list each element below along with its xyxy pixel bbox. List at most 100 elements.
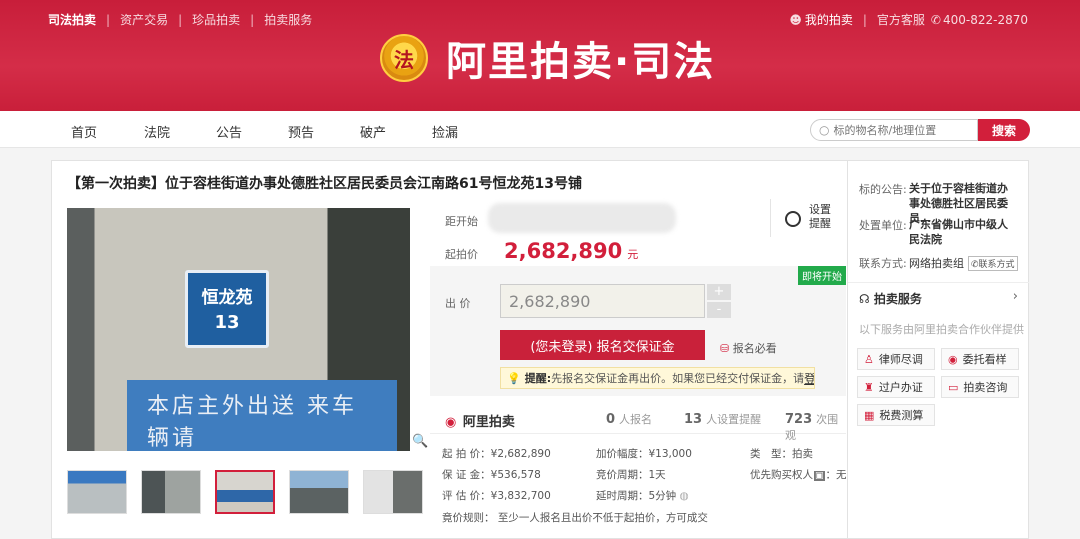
- top-nav: 司法拍卖 | 资产交易 | 珍品拍卖 | 拍卖服务: [48, 11, 312, 28]
- service-transfer-label: 过户办证: [878, 381, 923, 394]
- top-right: ☻ 我的拍卖 | 官方客服 ✆ 400-822-2870: [789, 11, 1028, 28]
- must-read-link[interactable]: ⛁ 报名必看: [720, 340, 777, 356]
- must-read-label: 报名必看: [732, 342, 777, 355]
- service-tax[interactable]: ▦ 税费测算: [857, 404, 935, 426]
- top-nav-judicial[interactable]: 司法拍卖: [48, 11, 96, 28]
- login-link[interactable]: 登录: [804, 370, 814, 387]
- nav-item-bankruptcy[interactable]: 破产: [360, 122, 386, 141]
- phone-icon: ✆: [930, 12, 941, 27]
- signup-value: 0: [606, 412, 616, 427]
- contact-label: 联系方式:: [859, 257, 907, 270]
- detail-priority-value: ：无: [825, 469, 847, 481]
- view-count: 723 次围观: [785, 411, 846, 443]
- chevron-right-icon[interactable]: ›: [1013, 289, 1018, 304]
- service-consult[interactable]: ▭ 拍卖咨询: [941, 376, 1019, 398]
- thumbnail-active[interactable]: [215, 470, 275, 514]
- top-nav-treasures[interactable]: 珍品拍卖: [192, 11, 240, 28]
- service-viewing[interactable]: ◉ 委托看样: [941, 348, 1019, 370]
- thumbnail[interactable]: [67, 470, 127, 514]
- divider: [848, 282, 1029, 283]
- thumbnail[interactable]: [363, 470, 423, 514]
- main-photo[interactable]: 恒龙苑 13 本店主外出送 来车辆请: [67, 208, 410, 451]
- detail-type-label: 类 型：: [750, 448, 792, 460]
- service-viewing-label: 委托看样: [962, 353, 1007, 366]
- service-consult-label: 拍卖咨询: [963, 381, 1008, 394]
- reminder-count-label: 人设置提醒: [706, 413, 762, 426]
- service-tax-label: 税费测算: [879, 409, 924, 422]
- currency: 元: [627, 248, 639, 261]
- user-icon: ☻: [789, 12, 802, 27]
- services-desc: 以下服务由阿里拍卖合作伙伴提供: [859, 323, 1024, 336]
- my-auction-link[interactable]: 我的拍卖: [805, 11, 853, 28]
- nav-item-home[interactable]: 首页: [71, 122, 97, 141]
- shop-sign: 恒龙苑 13: [185, 270, 269, 348]
- apply-deposit-button[interactable]: (您未登录) 报名交保证金: [500, 330, 705, 360]
- nav-item-bargains[interactable]: 捡漏: [432, 122, 458, 141]
- location-icon: ◉: [948, 352, 958, 366]
- signup-count: 0 人报名: [606, 411, 652, 427]
- lawyer-icon: ♙: [864, 352, 874, 366]
- transfer-icon: ♜: [864, 380, 874, 394]
- reminder-line1: 设置: [809, 203, 831, 216]
- site-logo[interactable]: 法 阿里拍卖·司法: [380, 29, 715, 87]
- nav-item-preview[interactable]: 预告: [288, 122, 314, 141]
- search-box: ○: [810, 119, 978, 141]
- tip-text: 先报名交保证金再出价。如果您已经交付保证金，请: [551, 372, 805, 385]
- sign-number: 13: [214, 312, 240, 333]
- auction-title: 【第一次拍卖】位于容桂街道办事处德胜社区居民委员会江南路61号恒龙苑13号铺: [67, 176, 582, 192]
- set-reminder-button[interactable]: 设置 提醒: [770, 199, 842, 237]
- top-nav-assets[interactable]: 资产交易: [120, 11, 168, 28]
- zoom-icon[interactable]: 🔍: [412, 434, 428, 449]
- phone-icon: ✆: [971, 259, 979, 270]
- unit-row: 处置单位: 广东省佛山市中级人民法院: [859, 217, 1017, 247]
- detail-start-price: 起 拍 价：¥2,682,890: [442, 448, 551, 460]
- nav-item-notices[interactable]: 公告: [216, 122, 242, 141]
- detail-type-value: 拍卖: [792, 448, 813, 460]
- signup-label: 人报名: [619, 413, 653, 426]
- services-title: ☊ 拍卖服务: [859, 290, 922, 307]
- logo-text: 阿里拍卖·司法: [446, 39, 716, 85]
- detail-type: 类 型：拍卖: [750, 446, 813, 461]
- side-panel: 标的公告: 关于位于容桂街道办事处德胜社区居民委员… 处置单位: 广东省佛山市中…: [848, 160, 1029, 539]
- thumbnail[interactable]: [289, 470, 349, 514]
- nav-item-courts[interactable]: 法院: [144, 122, 170, 141]
- contact-row: 联系方式: 网络拍卖组 ✆联系方式: [859, 255, 1018, 271]
- divider: |: [178, 12, 183, 27]
- clock-icon: [785, 211, 801, 227]
- wall-notice: 本店主外出送 来车辆请: [127, 380, 397, 451]
- court-emblem-icon: 法: [380, 34, 428, 82]
- search-button[interactable]: 搜索: [978, 119, 1030, 141]
- countdown-blurred: [488, 203, 676, 233]
- top-nav-services[interactable]: 拍卖服务: [264, 11, 312, 28]
- deposit-tip: 💡 提醒: 先报名交保证金再出价。如果您已经交付保证金，请 登录: [500, 367, 815, 389]
- detail-priority-label: 优先购买权人: [750, 469, 813, 481]
- contact-tag[interactable]: ✆联系方式: [968, 255, 1018, 271]
- increase-button[interactable]: +: [707, 284, 731, 300]
- service-transfer[interactable]: ♜ 过户办证: [857, 376, 935, 398]
- detail-deposit: 保 证 金：¥536,578: [442, 469, 541, 481]
- search-input[interactable]: [833, 123, 974, 137]
- services-title-label: 拍卖服务: [873, 292, 922, 306]
- unit-value[interactable]: 广东省佛山市中级人民法院: [909, 217, 1017, 247]
- tip-prefix: 提醒:: [524, 372, 552, 385]
- start-price: 2,682,890: [504, 239, 623, 263]
- thumbnail[interactable]: [141, 470, 201, 514]
- ali-auction-logo-icon: ◉: [445, 415, 457, 430]
- bid-input[interactable]: 2,682,890: [500, 284, 705, 318]
- service-lawyer[interactable]: ♙ 律师尽调: [857, 348, 935, 370]
- chat-icon: ▭: [948, 380, 959, 394]
- support-label: 官方客服: [876, 13, 925, 27]
- divider: |: [106, 12, 111, 27]
- help-icon[interactable]: ◍: [680, 490, 689, 502]
- search-icon: ○: [819, 123, 830, 137]
- info-icon: ▣: [814, 471, 825, 481]
- decrease-button[interactable]: -: [707, 302, 731, 318]
- site-header: 司法拍卖 | 资产交易 | 珍品拍卖 | 拍卖服务 ☻ 我的拍卖 | 官方客服 …: [0, 0, 1080, 111]
- calculator-icon: ▦: [864, 408, 875, 422]
- reminder-count: 13 人设置提醒: [684, 411, 761, 427]
- detail-rule: 竟价规则： 至少一人报名且出价不低于起拍价，方可成交: [442, 512, 708, 524]
- countdown-label: 距开始: [445, 215, 478, 228]
- bid-stepper: + -: [707, 284, 731, 320]
- ali-auction-brand: ◉ 阿里拍卖: [445, 411, 515, 430]
- start-price-label: 起拍价: [445, 248, 478, 261]
